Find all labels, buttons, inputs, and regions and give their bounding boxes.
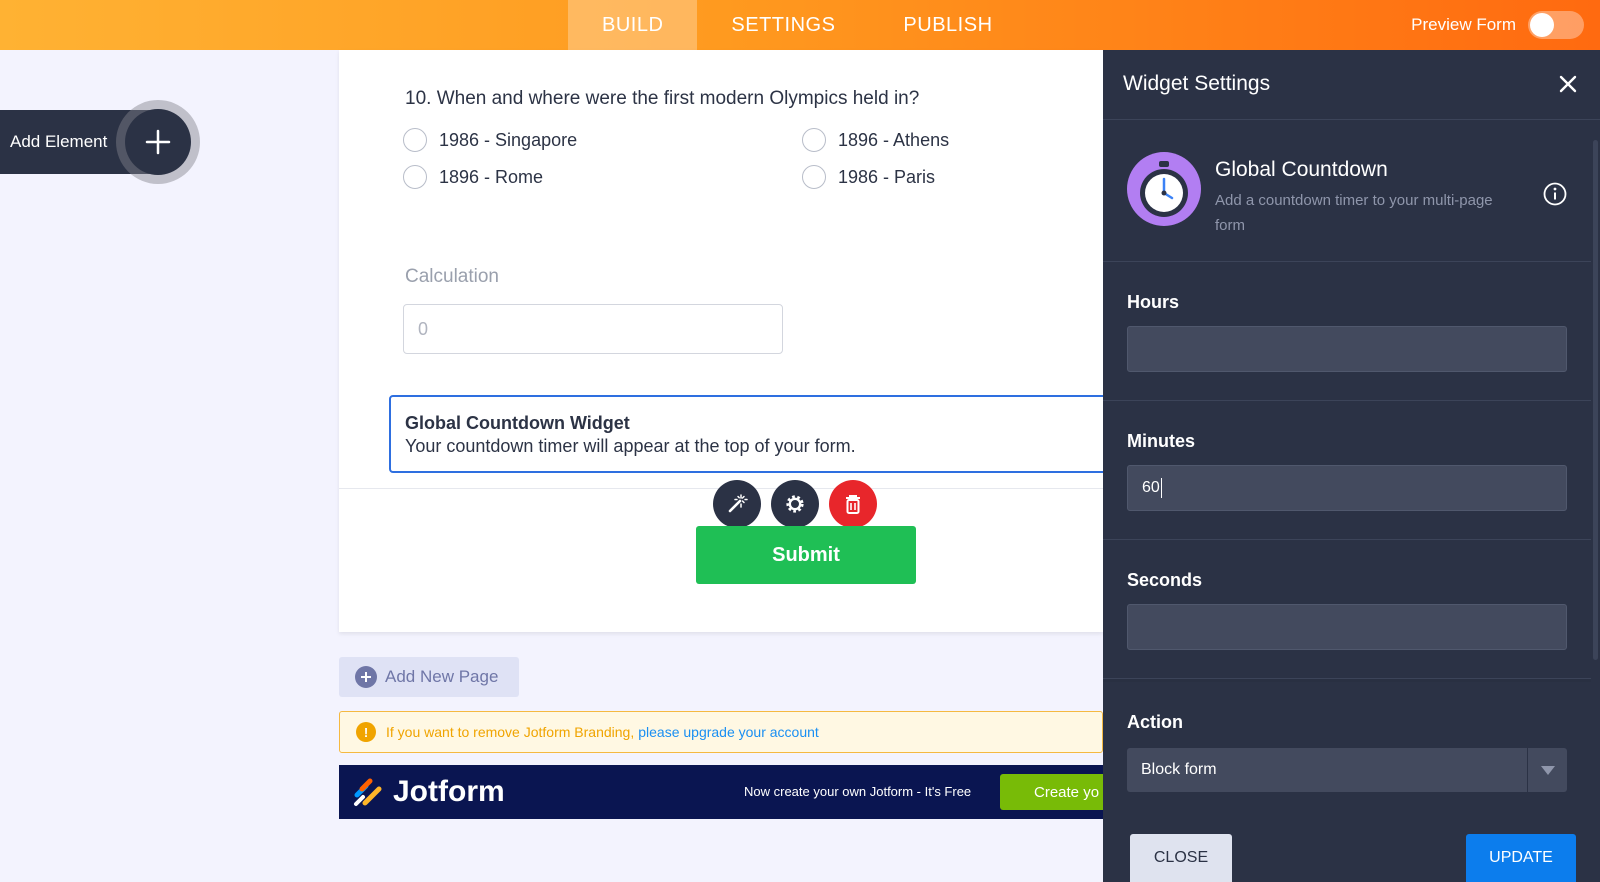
preview-toggle[interactable] — [1528, 11, 1584, 39]
jotform-logo[interactable]: Jotform — [353, 775, 505, 809]
toggle-knob — [1530, 13, 1554, 37]
minutes-value: 60 — [1142, 479, 1160, 496]
upgrade-link[interactable]: please upgrade your account — [638, 724, 819, 740]
jotform-logo-icon — [354, 778, 382, 806]
scrollbar-thumb[interactable] — [1593, 140, 1598, 660]
option-label: 1986 - Paris — [838, 166, 936, 187]
preview-form-label: Preview Form — [1411, 15, 1516, 34]
gear-icon[interactable] — [771, 480, 819, 528]
chevron-down-icon[interactable] — [1527, 748, 1567, 792]
add-new-page-button[interactable]: Add New Page — [339, 657, 519, 697]
plus-circle-icon — [355, 666, 377, 688]
option-1986-paris[interactable]: 1986 - Paris — [802, 165, 935, 189]
submit-button[interactable]: Submit — [696, 526, 916, 584]
top-bar: BUILD SETTINGS PUBLISH Preview Form — [0, 0, 1600, 50]
close-icon[interactable] — [1556, 72, 1580, 96]
add-element-label: Add Element — [10, 132, 108, 151]
question-label: 10. When and where were the first modern… — [405, 88, 920, 109]
option-1896-rome[interactable]: 1896 - Rome — [403, 165, 543, 189]
option-label: 1896 - Rome — [439, 166, 544, 187]
widget-description: Your countdown timer will appear at the … — [405, 436, 856, 456]
branding-notice: ! If you want to remove Jotform Branding… — [339, 711, 1103, 753]
widget-info: Global Countdown Add a countdown timer t… — [1103, 120, 1591, 262]
branding-text: If you want to remove Jotform Branding, — [386, 724, 635, 740]
action-select[interactable]: Block form — [1127, 748, 1567, 792]
promo-text: Now create your own Jotform - It's Free — [744, 784, 972, 799]
panel-scrollbar[interactable] — [1591, 120, 1600, 882]
panel-header: Widget Settings — [1103, 50, 1600, 120]
hours-field: Hours — [1103, 262, 1591, 401]
radio-button[interactable] — [403, 128, 427, 152]
option-1896-athens[interactable]: 1896 - Athens — [802, 128, 949, 152]
update-button[interactable]: UPDATE — [1466, 834, 1576, 882]
seconds-label: Seconds — [1127, 570, 1203, 590]
seconds-field: Seconds — [1103, 540, 1591, 679]
panel-title: Widget Settings — [1123, 72, 1271, 95]
tab-build[interactable]: BUILD — [568, 0, 698, 50]
minutes-field: Minutes 60 — [1103, 401, 1591, 540]
radio-button[interactable] — [802, 165, 826, 189]
preview-form: Preview Form — [1411, 0, 1584, 50]
hours-label: Hours — [1127, 292, 1180, 312]
tab-publish[interactable]: PUBLISH — [869, 0, 1026, 50]
warning-icon: ! — [356, 722, 376, 742]
add-new-page-label: Add New Page — [385, 667, 499, 686]
top-nav: BUILD SETTINGS PUBLISH — [568, 0, 1027, 50]
plus-icon[interactable] — [125, 109, 191, 175]
widget-settings-panel: Widget Settings Global Countdown Add a c… — [1103, 50, 1600, 882]
jotform-logo-text: Jotform — [393, 775, 505, 808]
option-label: 1896 - Athens — [838, 129, 950, 150]
tab-settings[interactable]: SETTINGS — [697, 0, 869, 50]
create-form-button[interactable]: Create yo — [1000, 774, 1110, 810]
add-element-ring — [116, 100, 200, 184]
hours-input[interactable] — [1127, 326, 1567, 372]
close-button[interactable]: CLOSE — [1130, 834, 1232, 882]
calculation-input[interactable]: 0 — [403, 304, 783, 354]
jotform-footer: Jotform Now create your own Jotform - It… — [339, 765, 1110, 819]
action-label: Action — [1127, 712, 1183, 732]
text-caret — [1160, 478, 1162, 498]
widget-name: Global Countdown — [1215, 158, 1388, 181]
seconds-input[interactable] — [1127, 604, 1567, 650]
option-1986-singapore[interactable]: 1986 - Singapore — [403, 128, 577, 152]
action-select-value: Block form — [1141, 761, 1217, 778]
minutes-input[interactable]: 60 — [1127, 465, 1567, 511]
add-element-button[interactable]: Add Element — [0, 100, 200, 184]
calculation-label: Calculation — [405, 266, 499, 287]
wand-icon[interactable] — [713, 480, 761, 528]
radio-button[interactable] — [403, 165, 427, 189]
minutes-label: Minutes — [1127, 431, 1196, 451]
widget-title: Global Countdown Widget — [405, 413, 630, 433]
global-countdown-widget[interactable]: Global Countdown Widget Your countdown t… — [389, 395, 1129, 473]
stopwatch-icon — [1127, 152, 1201, 226]
widget-description: Add a countdown timer to your multi-page… — [1215, 192, 1493, 234]
trash-icon[interactable] — [829, 480, 877, 528]
form-card: 10. When and where were the first modern… — [339, 50, 1129, 632]
radio-button[interactable] — [802, 128, 826, 152]
option-label: 1986 - Singapore — [439, 129, 578, 150]
info-icon[interactable] — [1543, 182, 1567, 206]
